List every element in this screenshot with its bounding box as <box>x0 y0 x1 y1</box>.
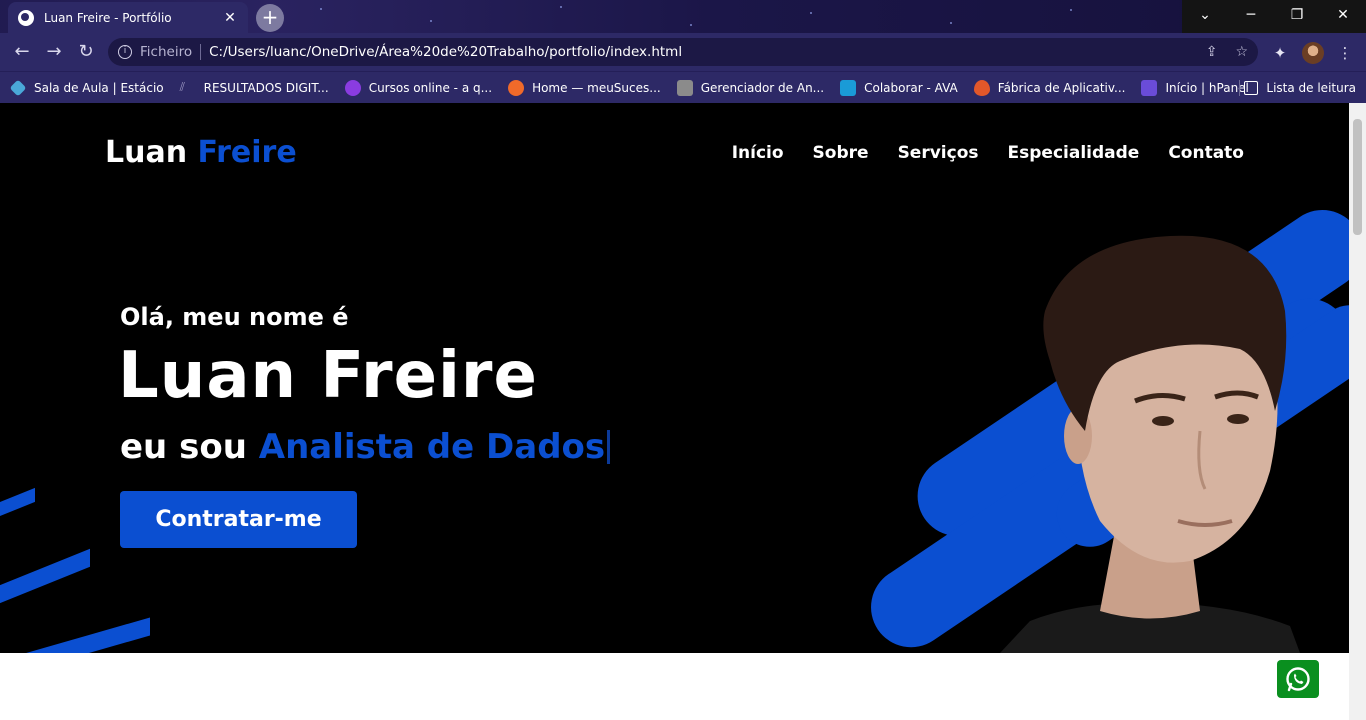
bookmark-item[interactable]: Fábrica de Aplicativ... <box>973 79 1126 96</box>
tab-search-icon[interactable]: ⌄ <box>1182 0 1228 30</box>
bookmark-item[interactable]: Gerenciador de An... <box>676 79 825 96</box>
udemy-icon <box>344 79 361 96</box>
star-decoration <box>320 8 322 10</box>
close-tab-icon[interactable]: ✕ <box>222 10 238 26</box>
bookmark-label: Cursos online - a q... <box>368 80 493 95</box>
globe-icon <box>18 9 34 26</box>
nav-especialidade[interactable]: Especialidade <box>1008 143 1140 163</box>
address-scheme: Ficheiro <box>140 44 193 60</box>
bookmarks-bar: Sala de Aula | Estácio ⫽ RESULTADOS DIGI… <box>0 71 1366 103</box>
meusucesso-icon <box>508 79 525 96</box>
address-url[interactable]: C:/Users/luanc/OneDrive/Área%20de%20Trab… <box>209 44 1188 60</box>
bookmark-label: Início | hPanel <box>1165 80 1249 95</box>
bookmark-label: RESULTADOS DIGIT... <box>203 80 329 95</box>
typing-cursor <box>607 430 611 464</box>
nav-servicos[interactable]: Serviços <box>898 143 979 163</box>
reading-list-icon <box>1244 81 1259 95</box>
bookmark-item[interactable]: ⫽ RESULTADOS DIGIT... <box>180 80 329 96</box>
star-decoration <box>950 22 952 24</box>
hero-role: eu sou Analista de Dados <box>120 427 611 467</box>
star-decoration <box>430 20 432 22</box>
new-tab-button[interactable]: + <box>256 4 284 32</box>
logo-last-name: Freire <box>197 135 297 170</box>
bookmark-label: Sala de Aula | Estácio <box>34 80 164 95</box>
toolbar: ← → ↻ i Ficheiro C:/Users/luanc/OneDrive… <box>0 33 1366 71</box>
reload-icon[interactable]: ↻ <box>74 40 98 64</box>
bookmark-item[interactable]: Sala de Aula | Estácio <box>9 79 164 96</box>
bookmark-label: Colaborar - AVA <box>864 80 958 95</box>
hero-section: Luan Freire Início Sobre Serviços Especi… <box>0 103 1349 653</box>
whatsapp-icon <box>1286 667 1310 692</box>
profile-avatar-icon[interactable] <box>1302 42 1324 64</box>
minimize-icon[interactable]: ─ <box>1228 0 1274 30</box>
bookmarks-divider <box>1239 80 1240 96</box>
hero-name: Luan Freire <box>118 339 538 413</box>
address-separator <box>200 44 202 60</box>
extensions-icon[interactable]: ✦ <box>1269 42 1291 64</box>
bookmark-item[interactable]: Início | hPanel <box>1141 79 1249 96</box>
close-window-icon[interactable]: ✕ <box>1320 0 1366 30</box>
whatsapp-button[interactable] <box>1277 660 1319 698</box>
decor-stripe <box>0 617 150 653</box>
bookmark-label: Fábrica de Aplicativ... <box>997 80 1126 95</box>
manager-icon <box>676 79 693 96</box>
scrollbar-thumb[interactable] <box>1353 119 1362 235</box>
nav-inicio[interactable]: Início <box>732 143 784 163</box>
bookmark-star-icon[interactable]: ☆ <box>1235 44 1248 60</box>
info-icon[interactable]: i <box>118 45 132 59</box>
back-icon[interactable]: ← <box>10 40 34 64</box>
share-icon[interactable]: ⇪ <box>1206 44 1218 60</box>
profile-photo <box>1000 235 1300 653</box>
hpanel-icon <box>1141 79 1158 96</box>
star-decoration <box>560 6 562 8</box>
browser-tab[interactable]: Luan Freire - Portfólio ✕ <box>8 2 248 33</box>
role-prefix: eu sou <box>120 427 247 467</box>
decor-stripe <box>0 487 35 525</box>
menu-dots-icon[interactable]: ⋮ <box>1334 42 1356 64</box>
star-decoration <box>810 12 812 14</box>
logo-first-name: Luan <box>105 135 188 170</box>
photo-eye <box>1227 414 1249 424</box>
hero-greeting: Olá, meu nome é <box>120 303 349 331</box>
bookmark-label: Home — meuSuces... <box>532 80 661 95</box>
slashes-icon: ⫽ <box>179 79 185 94</box>
tab-strip: Luan Freire - Portfólio ✕ + ⌄ ─ ❐ ✕ <box>0 0 1366 33</box>
bookmark-item[interactable]: Colaborar - AVA <box>840 79 958 96</box>
photo-eye <box>1152 416 1174 426</box>
nav-sobre[interactable]: Sobre <box>813 143 869 163</box>
nav-contato[interactable]: Contato <box>1168 143 1244 163</box>
colaborar-icon <box>840 79 857 96</box>
star-decoration <box>1070 9 1072 11</box>
bookmark-label: Gerenciador de An... <box>700 80 825 95</box>
flame-icon <box>973 79 990 96</box>
restore-icon[interactable]: ❐ <box>1274 0 1320 30</box>
star-decoration <box>690 24 692 26</box>
decor-stripe <box>0 548 90 612</box>
reading-list-label: Lista de leitura <box>1266 81 1356 95</box>
photo-face <box>1077 339 1278 563</box>
tab-title: Luan Freire - Portfólio <box>44 10 172 25</box>
hire-me-button[interactable]: Contratar-me <box>120 491 357 548</box>
forward-icon[interactable]: → <box>42 40 66 64</box>
page-viewport: Luan Freire Início Sobre Serviços Especi… <box>0 103 1349 720</box>
main-nav: Início Sobre Serviços Especialidade Cont… <box>732 143 1244 163</box>
bookmark-item[interactable]: Cursos online - a q... <box>344 79 493 96</box>
role-value: Analista de Dados <box>258 427 606 467</box>
address-bar[interactable]: i Ficheiro C:/Users/luanc/OneDrive/Área%… <box>108 38 1258 66</box>
site-logo[interactable]: Luan Freire <box>105 135 297 170</box>
page-scrollbar[interactable] <box>1349 103 1366 720</box>
diamond-icon <box>9 79 27 96</box>
reading-list-button[interactable]: Lista de leitura <box>1244 72 1356 104</box>
bookmark-item[interactable]: Home — meuSuces... <box>508 79 661 96</box>
